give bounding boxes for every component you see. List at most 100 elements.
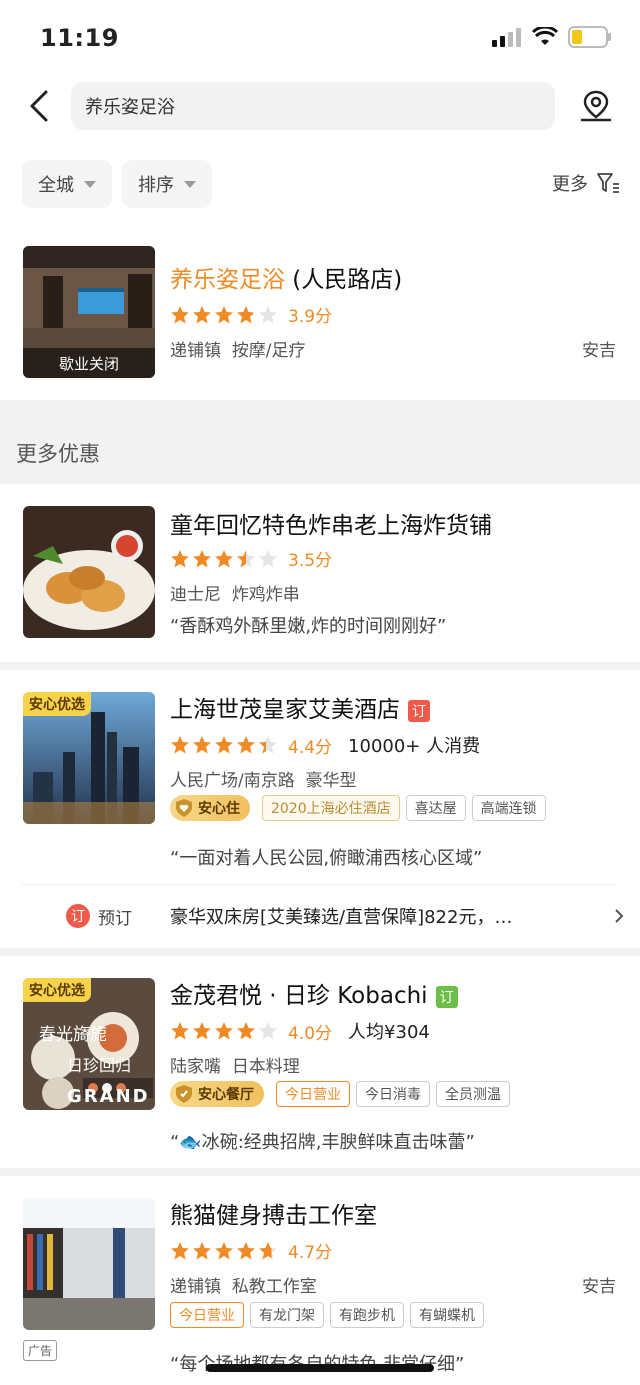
shield-heart-icon [176, 799, 192, 817]
photo-caption-2: 日珍回归 [67, 1056, 132, 1075]
category-label: 按摩/足疗 [231, 341, 306, 361]
main-result-photo: 歇业关闭 [23, 246, 155, 378]
home-indicator[interactable] [206, 1364, 434, 1372]
signal-icon [492, 28, 521, 47]
category-label: 炸鸡炸串 [231, 585, 300, 605]
booking-label: 预订 [98, 909, 132, 929]
avg-price: 人均¥304 [348, 1022, 430, 1043]
anxin-label: 安心餐厅 [198, 1087, 254, 1103]
star-icon [171, 1241, 189, 1259]
star-icon [237, 549, 255, 567]
search-value: 养乐姿足浴 [85, 97, 175, 118]
item-quote: “每个场地都有各自的特色,非常仔细” [170, 1350, 464, 1376]
star-icon [215, 736, 233, 754]
back-icon[interactable] [24, 86, 56, 126]
item-meta: 递铺镇 私教工作室 [170, 1272, 317, 1297]
rating-stars: 4.0分 人均¥304 [170, 1018, 430, 1044]
item-title: 熊猫健身搏击工作室 [170, 1203, 377, 1229]
main-result-card[interactable]: 歇业关闭 养乐姿足浴 (人民路店) 3.9分 递铺镇 按摩/足疗 安吉 [0, 228, 640, 398]
star-icon [259, 305, 277, 323]
section-title: 更多优惠 [16, 442, 100, 466]
tag: 今日营业 [170, 1302, 244, 1328]
rating-score: 4.0分 [288, 1023, 333, 1044]
corner-badge: 安心优选 [23, 692, 91, 716]
tag: 喜达屋 [405, 795, 466, 821]
star-icon [171, 305, 189, 323]
battery-icon [568, 26, 611, 48]
filter-city[interactable]: 全城 [22, 160, 112, 208]
rating-score: 3.9分 [288, 307, 333, 327]
booking-badge: 订 [435, 985, 458, 1008]
rating-stars: 4.4分 10000+ 人消费 [170, 732, 480, 758]
area-label: 陆家嘴 [170, 1057, 221, 1077]
fried-food-photo [23, 506, 155, 638]
booking-badge: 订 [408, 699, 430, 722]
map-location-icon[interactable] [576, 86, 616, 126]
item-meta: 迪士尼 炸鸡炸串 [170, 580, 300, 605]
star-icon [259, 1241, 277, 1259]
item-photo: 安心优选 [23, 692, 155, 824]
rating-score: 4.4分 [288, 737, 333, 758]
star-icon [193, 1022, 211, 1040]
status-time: 11:19 [40, 24, 119, 52]
category-label: 私教工作室 [231, 1277, 317, 1297]
tag: 有跑步机 [330, 1302, 404, 1328]
item-title: 上海世茂皇家艾美酒店 [170, 697, 400, 723]
item-meta: 陆家嘴 日本料理 [170, 1052, 300, 1077]
star-icon [259, 736, 277, 754]
category-label: 豪华型 [305, 771, 357, 791]
tag: 今日消毒 [356, 1081, 430, 1107]
district-label: 安吉 [582, 1277, 616, 1297]
tag: 全员测温 [436, 1081, 510, 1107]
booking-row[interactable]: 订 预订 豪华双床房[艾美臻选/直营保障]822元，… [0, 884, 640, 948]
filter-sort-label: 排序 [138, 175, 174, 196]
title-rest: (人民路店) [285, 267, 403, 293]
caret-down-icon [84, 180, 96, 188]
booking-room-text: 豪华双床房[艾美臻选/直营保障]822元，… [170, 907, 513, 928]
item-tags: 安心住 2020上海必住酒店 喜达屋 高端连锁 [170, 795, 552, 821]
gym-photo [23, 1198, 155, 1330]
star-icon [237, 736, 255, 754]
caret-down-icon [184, 180, 196, 188]
area-label: 递铺镇 [170, 341, 221, 361]
area-label: 递铺镇 [170, 1277, 221, 1297]
star-icon [171, 1022, 189, 1040]
filter-sort[interactable]: 排序 [122, 160, 212, 208]
district-label: 安吉 [582, 341, 616, 361]
chevron-right-icon [615, 909, 624, 923]
star-icon [193, 1241, 211, 1259]
tag: 高端连锁 [471, 795, 546, 821]
section-header: 更多优惠 [0, 400, 640, 484]
filter-city-label: 全城 [38, 175, 74, 196]
item-quote: “香酥鸡外酥里嫩,炸的时间刚刚好” [170, 616, 447, 637]
item-meta: 人民广场/南京路 豪华型 [170, 766, 357, 791]
area-label: 迪士尼 [170, 585, 221, 605]
star-icon [259, 549, 277, 567]
item-photo: 安心优选 春光旖旎 日珍回归 GRAND [23, 978, 155, 1110]
consumer-count: 10000+ 人消费 [348, 736, 481, 757]
star-icon [193, 305, 211, 323]
list-item-4[interactable]: 熊猫健身搏击工作室 4.7分 递铺镇 私教工作室 安吉 今日营业 有龙门架 有跑… [0, 1176, 640, 1385]
item-quote: “一面对着人民公园,俯瞰浦西核心区域” [170, 848, 483, 869]
corner-badge: 安心优选 [23, 978, 91, 1002]
list-item-3[interactable]: 安心优选 春光旖旎 日珍回归 GRAND 金茂君悦 · 日珍 Kobachi 订 … [0, 956, 640, 1170]
divider [0, 948, 640, 956]
divider [0, 1168, 640, 1176]
star-icon [215, 549, 233, 567]
item-photo [23, 1198, 155, 1330]
item-tags: 安心餐厅 今日营业 今日消毒 全员测温 [170, 1081, 516, 1107]
item-title: 金茂君悦 · 日珍 Kobachi [170, 983, 428, 1009]
filter-more-label: 更多 [552, 174, 588, 195]
wifi-icon [532, 27, 558, 45]
tag: 有蝴蝶机 [410, 1302, 484, 1328]
star-icon [171, 549, 189, 567]
list-item-1[interactable]: 童年回忆特色炸串老上海炸货铺 3.5分 迪士尼 炸鸡炸串 “香酥鸡外酥里嫩,炸的… [0, 484, 640, 662]
filter-icon [597, 173, 619, 193]
list-item-2[interactable]: 安心优选 上海世茂皇家艾美酒店订 4.4分 10000+ 人消费 人民广场/南京… [0, 670, 640, 948]
star-icon [237, 1241, 255, 1259]
tag: 2020上海必住酒店 [262, 795, 400, 821]
filter-more[interactable]: 更多 [552, 170, 620, 196]
item-tags: 今日营业 有龙门架 有跑步机 有蝴蝶机 [170, 1302, 490, 1328]
search-input[interactable]: 养乐姿足浴 [71, 82, 555, 130]
shield-icon [176, 1085, 192, 1103]
